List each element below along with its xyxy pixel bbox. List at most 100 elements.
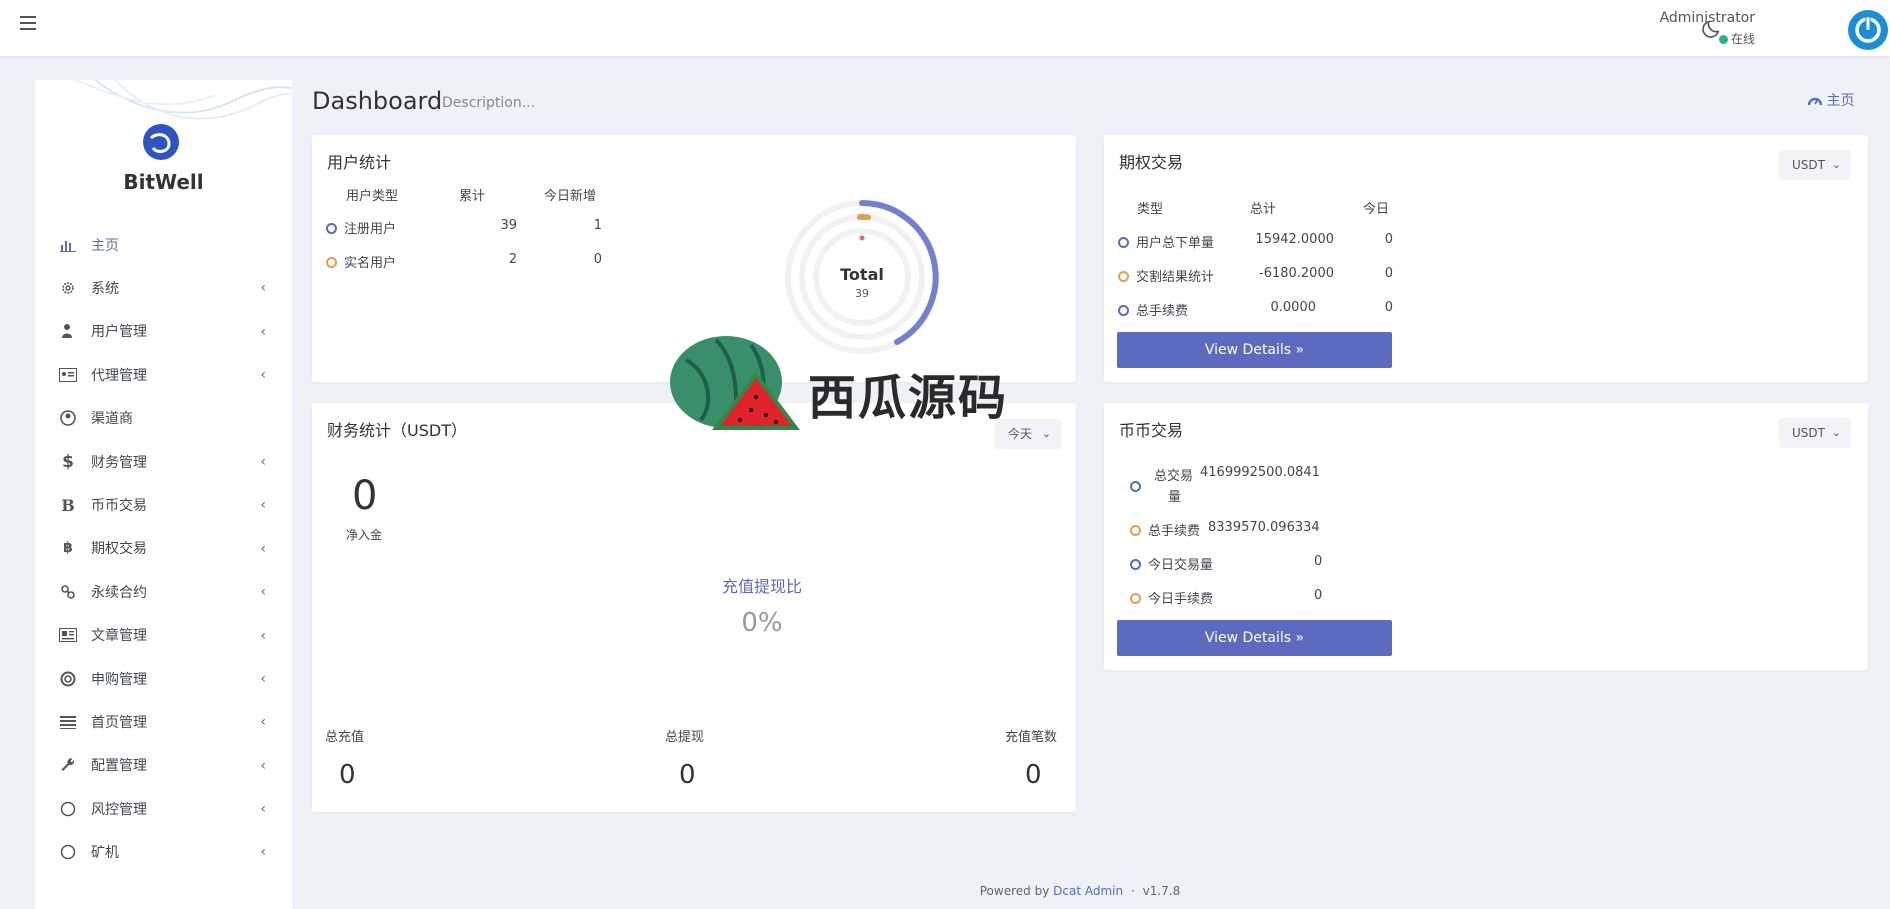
row-today: 1 — [593, 218, 602, 233]
chevron-down-icon: ⌄ — [1831, 158, 1841, 171]
legend-ring-icon — [1130, 525, 1141, 536]
view-details-button[interactable]: View Details » — [1117, 332, 1392, 368]
user-circle-icon — [57, 409, 79, 427]
deposit-count-value: 0 — [1025, 760, 1042, 790]
sidebar-item[interactable]: 永续合约 ‹ — [35, 570, 292, 613]
row-label: 量 — [1168, 490, 1182, 505]
card-title: 币币交易 — [1119, 421, 1184, 440]
link-icon — [57, 583, 79, 601]
list-icon — [57, 713, 79, 731]
breadcrumb-home[interactable]: 主页 — [1826, 93, 1854, 109]
legend-ring-icon — [1118, 305, 1129, 316]
id-card-icon — [57, 366, 79, 384]
legend-ring-icon — [1130, 559, 1141, 570]
chevron-left-icon: ‹ — [260, 453, 266, 470]
sidebar-item[interactable]: B 币币交易 ‹ — [35, 483, 292, 526]
menu-toggle-icon[interactable] — [20, 16, 36, 30]
row-label: 今日手续费 — [1148, 592, 1214, 607]
table-row: 总手续费 — [1118, 300, 1188, 319]
newspaper-icon — [57, 626, 79, 644]
row-value: 4169992500.0841 — [1200, 465, 1320, 480]
total-deposit-label: 总充值 — [325, 730, 365, 745]
sidebar-item[interactable]: 系统 ‹ — [35, 266, 292, 309]
table-header: 类型 — [1137, 202, 1164, 217]
chevron-down-icon: ⌄ — [1041, 427, 1051, 440]
chevron-left-icon: ‹ — [260, 497, 266, 514]
chevron-down-icon: ⌄ — [1831, 426, 1841, 439]
legend-ring-icon — [326, 223, 337, 234]
sidebar-item[interactable]: $ 财务管理 ‹ — [35, 440, 292, 483]
legend-ring-icon — [1118, 271, 1129, 282]
total-withdraw-label: 总提现 — [665, 730, 705, 745]
row-value: 0 — [1314, 588, 1323, 603]
bar-chart-icon — [57, 236, 79, 254]
sidebar-menu: 主页 系统 ‹ 用户管理 ‹ 代理管理 ‹ 渠道商 $ 财务管理 ‹ B 币币交易 ‹ ฿期权交易 ‹ 永续合约… — [35, 223, 292, 874]
row-label: 注册用户 — [344, 222, 397, 237]
circle-icon — [57, 800, 79, 818]
footer-separator: · — [1130, 884, 1135, 898]
table-header: 今日新增 — [544, 189, 597, 204]
sidebar-item[interactable]: 申购管理 ‹ — [35, 657, 292, 700]
sidebar-item-label: 永续合约 — [91, 584, 147, 601]
sidebar-item[interactable]: 用户管理 ‹ — [35, 310, 292, 353]
row-label: 用户总下单量 — [1136, 236, 1215, 251]
sidebar-item[interactable]: 主页 — [35, 223, 292, 266]
legend-ring-icon — [1130, 481, 1141, 492]
sidebar-item-label: 用户管理 — [91, 324, 147, 341]
row-label: 总手续费 — [1148, 524, 1201, 539]
sidebar-item[interactable]: 文章管理 ‹ — [35, 614, 292, 657]
chevron-left-icon: ‹ — [260, 627, 266, 644]
chevron-left-icon: ‹ — [260, 670, 266, 687]
bitcoin-icon: ฿ — [63, 540, 73, 557]
table-row: 注册用户 — [326, 218, 396, 237]
legend-ring-icon — [326, 257, 337, 268]
chevron-left-icon: ‹ — [260, 757, 266, 774]
top-navbar: Administrator 在线 — [0, 0, 1890, 56]
sidebar-item-label: 代理管理 — [91, 367, 147, 384]
row-today: 0 — [1384, 300, 1393, 315]
sidebar-item[interactable]: 代理管理 ‹ — [35, 353, 292, 396]
watermark-text: 西瓜源码 — [808, 370, 1009, 426]
card-title: 财务统计（USDT） — [327, 421, 467, 440]
currency-select[interactable]: USDT ⌄ — [1779, 150, 1851, 180]
sidebar-item-label: 主页 — [91, 237, 119, 254]
view-details-button[interactable]: View Details » — [1117, 620, 1392, 656]
sidebar-item[interactable]: 矿机 ‹ — [35, 830, 292, 873]
lifebuoy-icon — [57, 670, 79, 688]
sidebar-item-label: 矿机 — [91, 845, 119, 862]
footer-link[interactable]: Dcat Admin — [1053, 884, 1123, 898]
page-description: Description... — [442, 95, 536, 111]
total-withdraw-value: 0 — [679, 760, 696, 790]
row-total: 2 — [508, 252, 517, 267]
circle-icon — [57, 843, 79, 861]
footer: Powered by Dcat Admin · v1.7.8 — [0, 884, 1890, 898]
sidebar-item-label: 期权交易 — [91, 541, 147, 558]
gear-icon — [57, 279, 79, 297]
sidebar-item-label: 申购管理 — [91, 671, 147, 688]
row-total: -6180.2000 — [1259, 266, 1334, 281]
table-row: 交割结果统计 — [1118, 266, 1214, 285]
row-total: 0.0000 — [1270, 300, 1317, 315]
sidebar-item[interactable]: 首页管理 ‹ — [35, 700, 292, 743]
sidebar-item[interactable]: 风控管理 ‹ — [35, 787, 292, 830]
card-title: 期权交易 — [1119, 153, 1184, 172]
currency-select[interactable]: USDT ⌄ — [1779, 418, 1851, 448]
sidebar-item-label: 财务管理 — [91, 454, 147, 471]
user-name[interactable]: Administrator — [1660, 10, 1755, 26]
legend-ring-icon — [1130, 593, 1141, 604]
row-total: 39 — [500, 218, 517, 233]
sidebar-item-label: 币币交易 — [91, 498, 147, 515]
deposit-count-label: 充值笔数 — [1005, 730, 1058, 745]
legend-ring-icon — [1118, 237, 1129, 248]
row-label: 交割结果统计 — [1136, 270, 1215, 285]
sidebar-item[interactable]: ฿ 期权交易 ‹ — [35, 527, 292, 570]
sidebar-item[interactable]: 渠道商 — [35, 397, 292, 440]
row-label: 总交易 — [1154, 469, 1194, 484]
breadcrumb[interactable]: 主页 — [1807, 90, 1854, 110]
sidebar-item-label: 系统 — [91, 281, 119, 298]
donut-label: Total — [840, 265, 884, 284]
table-header: 用户类型 — [346, 189, 399, 204]
sidebar-item[interactable]: 配置管理 ‹ — [35, 744, 292, 787]
avatar-power-icon[interactable] — [1848, 10, 1888, 50]
letter-b-icon: B — [61, 495, 75, 515]
